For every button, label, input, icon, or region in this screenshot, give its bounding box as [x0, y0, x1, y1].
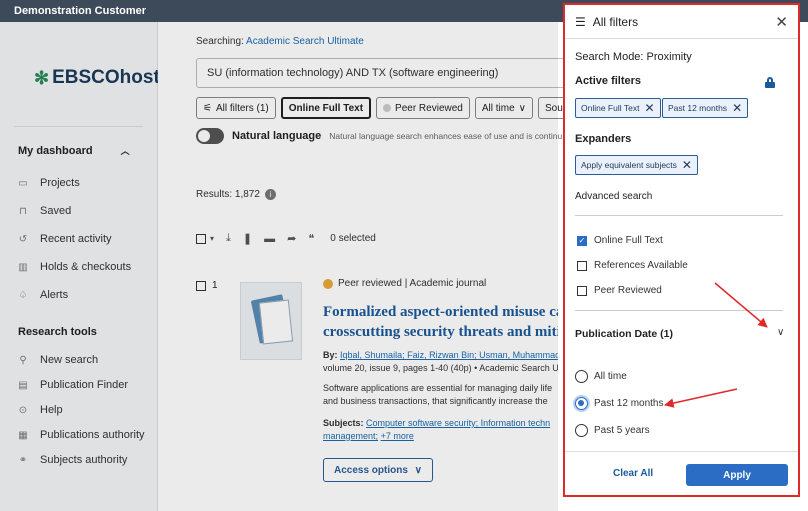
remove-filter-icon[interactable]: ✕ [644, 101, 654, 115]
checkbox-peer-reviewed[interactable]: Peer Reviewed [577, 285, 662, 296]
filter-icon: ☰ [575, 14, 586, 29]
remove-expander-icon[interactable]: ✕ [682, 158, 692, 172]
search-mode: Search Mode: Proximity [575, 51, 692, 63]
checkbox-references-available[interactable]: References Available [577, 260, 688, 271]
all-filters-panel: ☰ All filters ✕ Search Mode: Proximity Ac… [563, 3, 800, 497]
expanders-heading: Expanders [575, 133, 632, 145]
radio-all-time[interactable]: All time [575, 370, 627, 383]
radio-past-5-years[interactable]: Past 5 years [575, 424, 650, 437]
expander-equivalent-subjects[interactable]: Apply equivalent subjects ✕ [575, 155, 698, 175]
modal-backdrop[interactable] [0, 22, 558, 511]
radio-past-12-months[interactable]: Past 12 months [575, 397, 663, 410]
close-icon[interactable]: ✕ [775, 13, 788, 31]
publication-date-heading[interactable]: Publication Date (1) [575, 328, 673, 340]
active-filters-heading: Active filters [575, 75, 642, 87]
apply-button[interactable]: Apply [686, 464, 788, 486]
panel-divider [575, 310, 783, 311]
panel-header: ☰ All filters ✕ [565, 5, 798, 39]
active-filter-online-full-text[interactable]: Online Full Text ✕ [575, 98, 661, 118]
panel-divider [575, 215, 783, 216]
panel-footer: Clear All Apply [565, 451, 798, 495]
active-filter-past-12-months[interactable]: Past 12 months ✕ [662, 98, 749, 118]
check-icon: ✓ [577, 235, 587, 246]
advanced-search-heading: Advanced search [575, 191, 653, 202]
chevron-down-icon[interactable]: ∨ [777, 327, 784, 338]
clear-all-button[interactable]: Clear All [613, 468, 653, 479]
customer-name: Demonstration Customer [14, 5, 147, 17]
panel-title: All filters [592, 14, 639, 29]
lock-icon[interactable] [765, 77, 775, 88]
remove-filter-icon[interactable]: ✕ [732, 101, 742, 115]
checkbox-online-full-text[interactable]: ✓ Online Full Text [577, 235, 663, 246]
